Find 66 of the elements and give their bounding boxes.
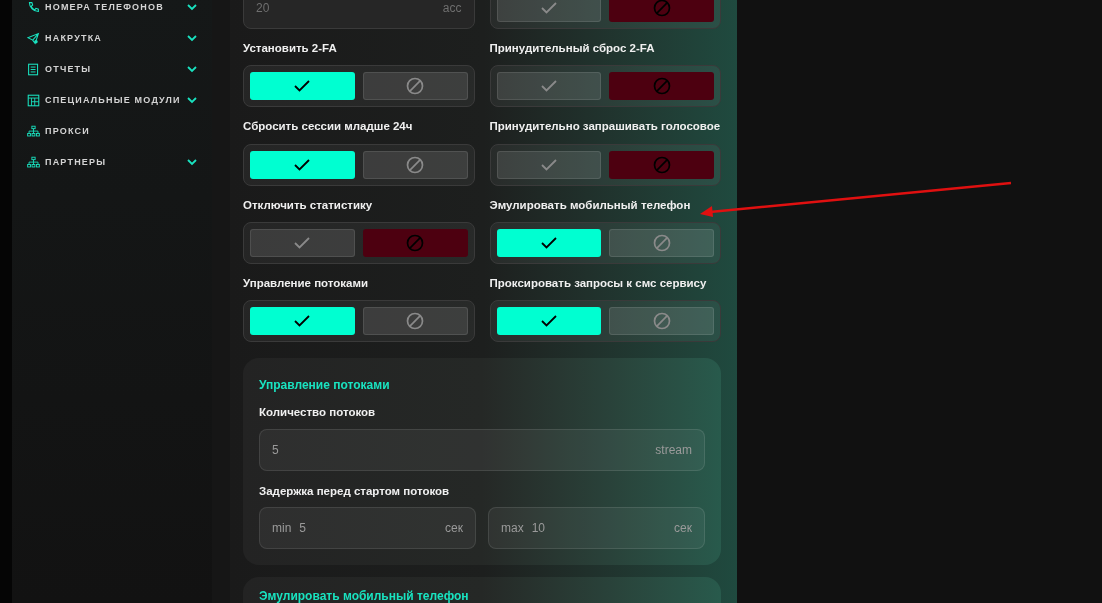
card-title: Управление потоками	[259, 377, 391, 394]
setting-label: Отключить статистику	[243, 197, 374, 213]
setting-label: Эмулировать мобильный телефон	[489, 197, 692, 213]
sidebar-item[interactable]: ПРОКСИ	[12, 116, 212, 147]
chevron-down-icon	[187, 4, 197, 11]
disable-button[interactable]	[609, 150, 714, 179]
check-button[interactable]	[496, 72, 602, 101]
check-icon	[540, 2, 557, 14]
ban-icon	[406, 77, 425, 96]
ban-icon	[406, 312, 425, 330]
setting-label: Принудительно запрашивать голосовое	[489, 119, 721, 135]
disable-button[interactable]	[609, 307, 714, 335]
sidebar-item[interactable]: ПАРТНЕРЫ	[12, 147, 212, 178]
document-icon	[27, 63, 40, 76]
sidebar-item[interactable]: НАКРУТКА	[12, 23, 212, 54]
disable-button[interactable]	[362, 72, 468, 101]
phone-icon	[27, 1, 40, 14]
input-field[interactable]: max 10 сек	[488, 506, 705, 549]
check-icon	[540, 158, 557, 171]
check-icon	[294, 80, 311, 93]
setting-label: Проксировать запросы к смс сервису	[489, 275, 708, 291]
check-icon	[540, 80, 557, 93]
check-button[interactable]	[250, 72, 355, 101]
field-label: Задержка перед стартом потоков	[259, 484, 451, 500]
check-icon	[294, 236, 311, 249]
check-button[interactable]	[496, 307, 602, 335]
chevron-down-icon	[187, 66, 197, 73]
check-button[interactable]	[250, 228, 355, 257]
check-button[interactable]	[496, 0, 602, 22]
check-icon	[294, 315, 311, 327]
setting-label: Установить 2-FA	[243, 41, 338, 56]
check-icon	[540, 315, 557, 327]
disable-button[interactable]	[362, 150, 468, 179]
check-button[interactable]	[496, 228, 602, 257]
ban-icon	[652, 77, 671, 96]
check-icon	[294, 158, 311, 171]
sidebar-item[interactable]: НОМЕРА ТЕЛЕФОНОВ	[12, 0, 212, 23]
ban-icon	[652, 233, 671, 252]
ban-icon	[406, 155, 425, 174]
setting-label: Управление потоками	[243, 275, 370, 291]
input-field[interactable]: 5 stream	[259, 429, 705, 472]
check-button[interactable]	[250, 150, 355, 179]
setting-label: Принудительный сброс 2-FA	[489, 41, 656, 56]
disable-button[interactable]	[609, 72, 714, 101]
sidebar-item[interactable]: СПЕЦИАЛЬНЫЕ МОДУЛИ	[12, 85, 212, 116]
ban-icon	[652, 312, 671, 330]
chevron-down-icon	[187, 35, 197, 42]
network-icon	[27, 125, 40, 138]
ban-icon	[652, 0, 671, 17]
check-icon	[540, 236, 557, 249]
disable-button[interactable]	[362, 307, 468, 335]
input-field[interactable]: min 5 сек	[259, 506, 476, 549]
sidebar-item[interactable]: ОТЧЕТЫ	[12, 54, 212, 85]
network-icon	[27, 156, 40, 169]
card-title: Эмулировать мобильный телефон	[259, 587, 470, 603]
check-button[interactable]	[496, 150, 602, 179]
ban-icon	[406, 233, 425, 252]
table-icon	[27, 94, 40, 107]
chevron-down-icon	[187, 97, 197, 104]
setting-label: Сбросить сессии младше 24ч	[243, 119, 414, 135]
ban-icon	[652, 155, 671, 174]
disable-button[interactable]	[609, 228, 714, 257]
field-label: Количество потоков	[259, 405, 377, 420]
chevron-down-icon	[187, 159, 197, 166]
paper-plane-icon	[27, 32, 40, 45]
check-button[interactable]	[250, 307, 355, 335]
